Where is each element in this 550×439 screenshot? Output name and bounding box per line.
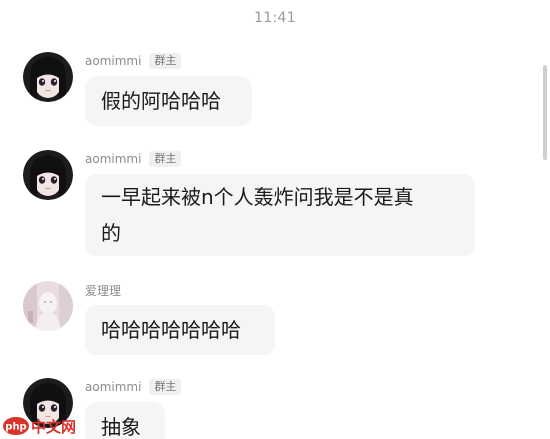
message-timestamp: 11:41: [254, 10, 296, 26]
dark-hair-girl-icon: [23, 52, 73, 102]
avatar-aomimmi[interactable]: [23, 150, 73, 200]
sender-row: aomimmi 群主: [85, 378, 182, 396]
message-text-line: 一早起来被n个人轰炸问我是不是真: [101, 185, 414, 209]
sender-row: aomimmi 群主: [85, 150, 182, 168]
sender-name[interactable]: aomimmi: [85, 152, 141, 166]
php-logo-watermark: php 中文网: [2, 414, 86, 438]
sender-name[interactable]: 爱理理: [85, 282, 121, 299]
owner-badge: 群主: [149, 53, 182, 69]
message-bubble[interactable]: 假的阿哈哈哈: [85, 76, 252, 126]
sender-name[interactable]: aomimmi: [85, 380, 141, 394]
owner-badge: 群主: [149, 151, 182, 167]
sender-row: aomimmi 群主: [85, 52, 182, 70]
owner-badge: 群主: [149, 379, 182, 395]
avatar-ailili[interactable]: [23, 281, 73, 331]
svg-text:中文网: 中文网: [31, 418, 76, 436]
php-logo-icon: php 中文网: [3, 417, 76, 436]
message-bubble[interactable]: 哈哈哈哈哈哈哈: [85, 305, 275, 355]
message-text-line: 的: [101, 221, 121, 245]
sender-name[interactable]: aomimmi: [85, 54, 141, 68]
dark-hair-girl-icon: [23, 150, 73, 200]
svg-text:php: php: [5, 422, 26, 433]
avatar-aomimmi[interactable]: [23, 52, 73, 102]
sender-row: 爱理理: [85, 281, 121, 299]
pale-figure-icon: [23, 281, 73, 331]
message-bubble[interactable]: 一早起来被n个人轰炸问我是不是真 的: [85, 174, 475, 256]
message-bubble[interactable]: 抽象: [85, 402, 165, 439]
scrollbar-thumb[interactable]: [543, 65, 547, 160]
chat-window: 11:41 aomimmi 群主 假的阿哈哈哈 aomimmi 群主 一早起来被…: [0, 0, 550, 439]
